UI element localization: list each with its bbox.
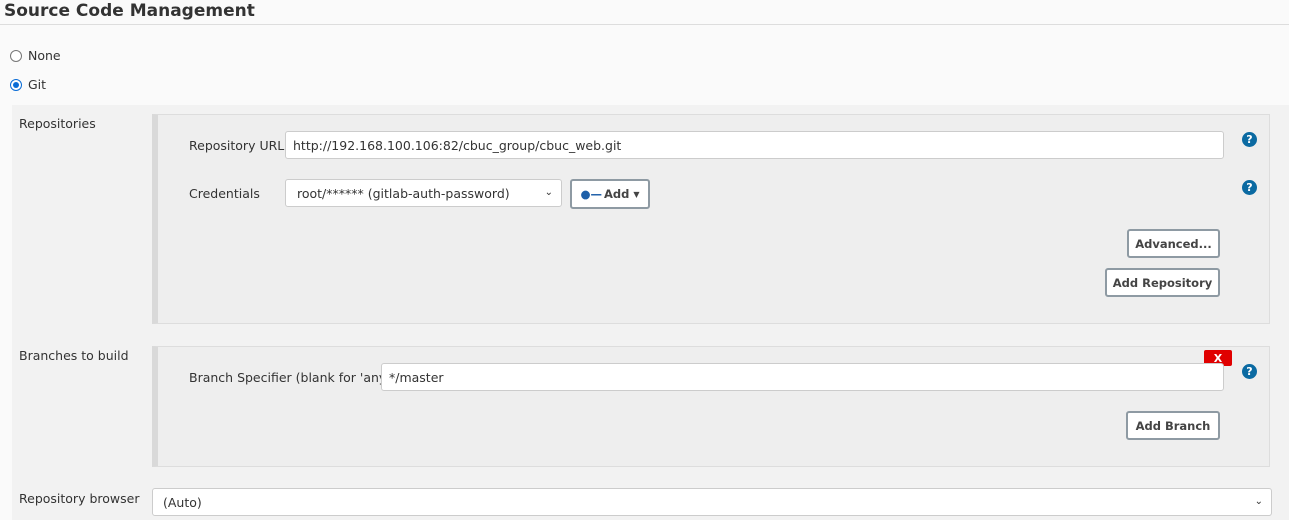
branches-label: Branches to build: [19, 348, 129, 363]
repository-url-input[interactable]: http://192.168.100.106:82/cbuc_group/cbu…: [285, 131, 1224, 159]
divider: [0, 24, 1289, 25]
radio-git-circle[interactable]: [10, 78, 22, 91]
credentials-select[interactable]: root/****** (gitlab-auth-password) ⌄: [285, 179, 562, 207]
add-repository-button[interactable]: Add Repository: [1105, 268, 1220, 297]
add-branch-button[interactable]: Add Branch: [1126, 411, 1220, 440]
repositories-label: Repositories: [19, 116, 96, 131]
add-credentials-button[interactable]: ●— Add ▼: [570, 179, 650, 209]
repository-browser-value: (Auto): [163, 494, 202, 510]
credentials-value: root/****** (gitlab-auth-password): [297, 185, 510, 201]
chevron-down-icon: ⌄: [544, 187, 553, 198]
key-icon: ●—: [580, 187, 602, 201]
repository-browser-label: Repository browser: [19, 491, 140, 506]
radio-git-label: Git: [28, 77, 47, 92]
advanced-button[interactable]: Advanced...: [1127, 229, 1220, 258]
chevron-down-icon: ⌄: [1254, 496, 1263, 507]
credentials-label: Credentials: [189, 186, 260, 201]
branch-specifier-label: Branch Specifier (blank for 'any'): [189, 370, 395, 385]
help-icon[interactable]: ?: [1242, 180, 1257, 195]
radio-git[interactable]: Git: [10, 77, 46, 92]
radio-none-label: None: [28, 48, 61, 63]
help-icon[interactable]: ?: [1242, 364, 1257, 379]
caret-down-icon: ▼: [633, 189, 640, 199]
radio-none[interactable]: None: [10, 48, 61, 63]
page-title: Source Code Management: [4, 1, 255, 21]
branch-specifier-input[interactable]: */master: [381, 363, 1224, 391]
add-credentials-label: Add: [604, 187, 630, 201]
repository-url-label: Repository URL: [189, 138, 285, 153]
help-icon[interactable]: ?: [1242, 132, 1257, 147]
radio-none-circle[interactable]: [10, 49, 22, 62]
repository-browser-select[interactable]: (Auto) ⌄: [152, 488, 1272, 516]
